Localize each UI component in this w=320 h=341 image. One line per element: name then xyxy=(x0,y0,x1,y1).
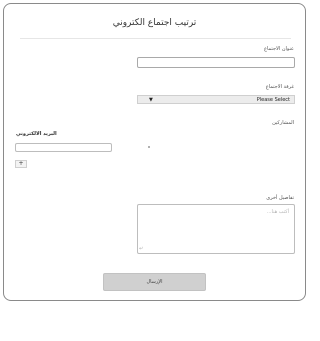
meeting-title-label: عنوان الاجتماع xyxy=(264,46,294,52)
details-label: تفاصيل أخرى xyxy=(266,195,294,201)
meeting-room-select[interactable]: ▼ Please Select xyxy=(137,95,295,104)
submit-button[interactable]: الإرسال xyxy=(103,273,206,291)
form-title: ترتيب اجتماع الكتروني xyxy=(112,18,197,28)
add-participant-button[interactable]: + xyxy=(15,160,27,168)
email-field[interactable] xyxy=(15,143,112,152)
title-divider xyxy=(20,38,291,39)
meeting-form-card: ترتيب اجتماع الكتروني xyxy=(3,3,306,301)
chevron-down-icon: ▼ xyxy=(149,97,153,103)
email-label: البريد الالكتروني xyxy=(16,131,57,137)
meeting-room-label: غرفة الاجتماع xyxy=(265,84,294,90)
details-placeholder: أكتب هنا... xyxy=(266,209,289,215)
meeting-room-selected-value: Please Select xyxy=(256,97,290,103)
participants-label: المشاركين xyxy=(272,120,294,126)
meeting-title-input[interactable] xyxy=(137,57,295,68)
resize-grip-icon[interactable]: ↵ xyxy=(139,247,143,252)
separator-dot xyxy=(148,146,150,148)
details-textarea[interactable]: أكتب هنا... ↵ xyxy=(137,204,295,254)
